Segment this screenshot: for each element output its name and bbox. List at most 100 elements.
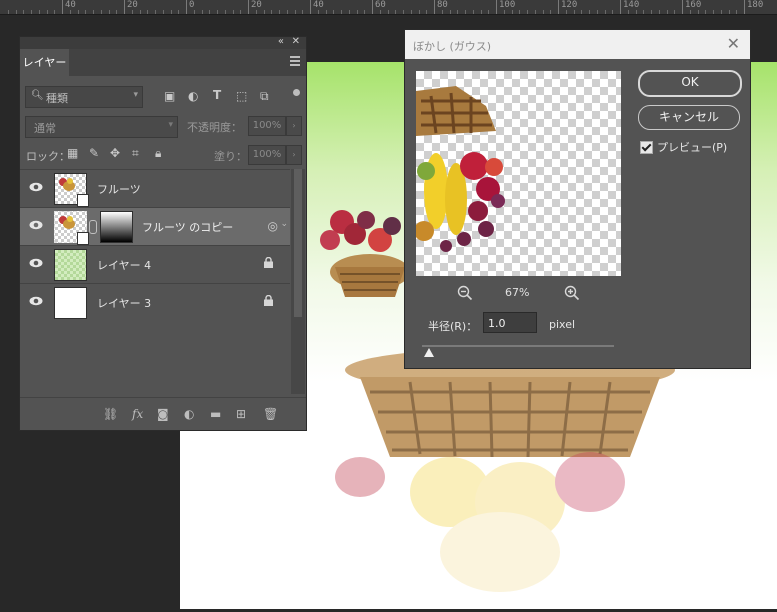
fill-label: 塗り： — [214, 150, 247, 163]
visibility-eye-icon[interactable] — [29, 296, 43, 306]
radius-slider-track[interactable] — [422, 345, 614, 347]
ruler-major-tick — [62, 0, 63, 14]
layer-filter-select[interactable]: 🔍︎ 種類 ▾ — [25, 86, 143, 108]
visibility-eye-icon[interactable] — [29, 182, 43, 192]
layer-row-layer4[interactable]: レイヤー 4 — [20, 245, 290, 283]
layer-row-fruits[interactable]: フルーツ — [20, 169, 290, 207]
layers-panel-titlebar[interactable]: « ✕ — [20, 36, 306, 49]
close-icon[interactable]: ✕ — [292, 36, 300, 47]
ruler-label: 20 — [251, 0, 262, 10]
chevron-down-icon[interactable]: ⌄ — [280, 219, 288, 229]
ruler-minor-tick — [720, 10, 722, 14]
link-icon[interactable]: ⛓︎ — [103, 407, 118, 421]
filter-toggle-icon[interactable] — [293, 89, 300, 96]
ruler-minor-tick — [441, 10, 443, 14]
layer-thumbnail[interactable] — [54, 211, 89, 245]
ruler-label: 0 — [189, 0, 195, 10]
lock-label: ロック： — [26, 150, 70, 163]
ruler-minor-tick — [294, 10, 296, 14]
double-chevron-left-icon[interactable]: « — [278, 36, 284, 47]
radius-slider-handle[interactable] — [423, 348, 434, 357]
ruler-minor-tick — [325, 10, 327, 14]
ruler-minor-tick — [100, 10, 102, 14]
layer-mask-thumbnail[interactable] — [100, 211, 133, 243]
mask-icon[interactable]: ◙ — [157, 407, 169, 421]
ruler-minor-tick — [635, 10, 637, 14]
smart-object-icon — [77, 194, 89, 207]
folder-icon[interactable]: ▬ — [210, 407, 221, 421]
zoom-level: 67% — [505, 286, 530, 299]
preview-checkbox[interactable] — [640, 141, 653, 154]
blend-mode-value: 通常 — [34, 122, 56, 135]
layer-name: レイヤー 4 — [97, 259, 152, 272]
lock-position-icon[interactable]: ✥ — [110, 146, 120, 160]
layer-name: フルーツ のコピー — [142, 221, 234, 234]
layers-scrollbar[interactable] — [291, 169, 305, 394]
ruler-minor-tick — [565, 10, 567, 14]
ruler-minor-tick — [356, 10, 358, 14]
ruler-label: 40 — [65, 0, 76, 10]
ruler-minor-tick — [573, 10, 575, 14]
type-filter-icon[interactable]: T — [213, 88, 221, 102]
close-icon[interactable]: ✕ — [727, 34, 740, 53]
ok-button[interactable]: OK — [638, 70, 742, 97]
scrollbar-thumb[interactable] — [294, 169, 302, 317]
smart-filter-icon[interactable]: ◎ — [268, 219, 278, 233]
visibility-eye-icon[interactable] — [29, 220, 43, 230]
lock-artboard-icon[interactable]: ⌗ — [132, 146, 139, 161]
opacity-input[interactable]: 100% — [248, 116, 286, 136]
lock-image-pixels-icon[interactable]: ✎ — [89, 146, 99, 160]
blur-preview[interactable] — [416, 71, 621, 276]
ruler-minor-tick — [279, 10, 280, 14]
ruler-minor-tick — [728, 10, 730, 14]
radius-unit: pixel — [549, 318, 576, 331]
ruler-minor-tick — [271, 10, 273, 14]
lock-all-icon[interactable]: 🔒︎ — [155, 146, 161, 161]
radius-input[interactable]: 1.0 — [483, 312, 537, 333]
ruler-minor-tick — [519, 10, 521, 14]
opacity-label: 不透明度： — [187, 121, 242, 134]
fill-input[interactable]: 100% — [248, 145, 286, 165]
preview-checkbox-label[interactable]: プレビュー(P) — [657, 139, 727, 155]
trash-icon[interactable]: 🗑︎ — [263, 407, 278, 421]
ruler-minor-tick — [658, 10, 660, 14]
ruler-minor-tick — [302, 10, 304, 14]
mask-link-icon[interactable] — [89, 220, 97, 234]
layer-row-fruits-copy[interactable]: フルーツ のコピー ◎ ⌄ — [20, 207, 290, 245]
ruler-minor-tick — [666, 10, 668, 14]
dialog-titlebar[interactable]: ぼかし (ガウス) ✕ — [405, 30, 750, 59]
visibility-eye-icon[interactable] — [29, 258, 43, 268]
layer-list: フルーツ フルーツ のコピー ◎ ⌄ レイヤー 4 レイヤー 3 — [20, 169, 290, 321]
new-layer-icon[interactable]: ⊞ — [236, 407, 246, 421]
panel-menu-icon[interactable] — [290, 56, 300, 68]
adjustment-filter-icon[interactable]: ◐ — [188, 89, 198, 103]
zoom-in-icon[interactable] — [564, 285, 580, 301]
ruler-minor-tick — [333, 10, 335, 14]
horizontal-ruler: 40 20 0 20 40 60 80 100 120 140 160 180 — [0, 0, 777, 15]
ruler-minor-tick — [379, 10, 381, 14]
blend-mode-select[interactable]: 通常 ▾ — [25, 116, 178, 138]
layer-thumbnail — [54, 287, 87, 319]
fx-icon[interactable]: fx — [132, 407, 143, 421]
adjustment-icon[interactable]: ◐ — [184, 407, 194, 421]
zoom-out-icon[interactable] — [457, 285, 473, 301]
ruler-minor-tick — [116, 10, 118, 14]
cancel-button[interactable]: キャンセル — [638, 105, 740, 130]
image-filter-icon[interactable]: ▣ — [164, 89, 175, 103]
opacity-dropdown-icon[interactable]: › — [286, 116, 302, 136]
ruler-minor-tick — [263, 10, 265, 14]
ruler-minor-tick — [604, 10, 606, 14]
ruler-minor-tick — [217, 10, 218, 14]
ruler-minor-tick — [77, 10, 79, 14]
tab-layers[interactable]: レイヤー — [20, 49, 69, 76]
ruler-label: 40 — [313, 0, 324, 10]
fill-dropdown-icon[interactable]: › — [286, 145, 302, 165]
ruler-major-tick — [310, 0, 311, 14]
ruler-minor-tick — [612, 10, 614, 14]
smart-object-filter-icon[interactable]: ⧉ — [260, 89, 269, 104]
layer-row-layer3[interactable]: レイヤー 3 — [20, 283, 290, 321]
layer-thumbnail — [54, 173, 89, 207]
ruler-minor-tick — [674, 10, 676, 14]
lock-transparent-pixels-icon[interactable]: ▦ — [67, 146, 78, 160]
shape-filter-icon[interactable]: ⬚ — [236, 89, 247, 103]
